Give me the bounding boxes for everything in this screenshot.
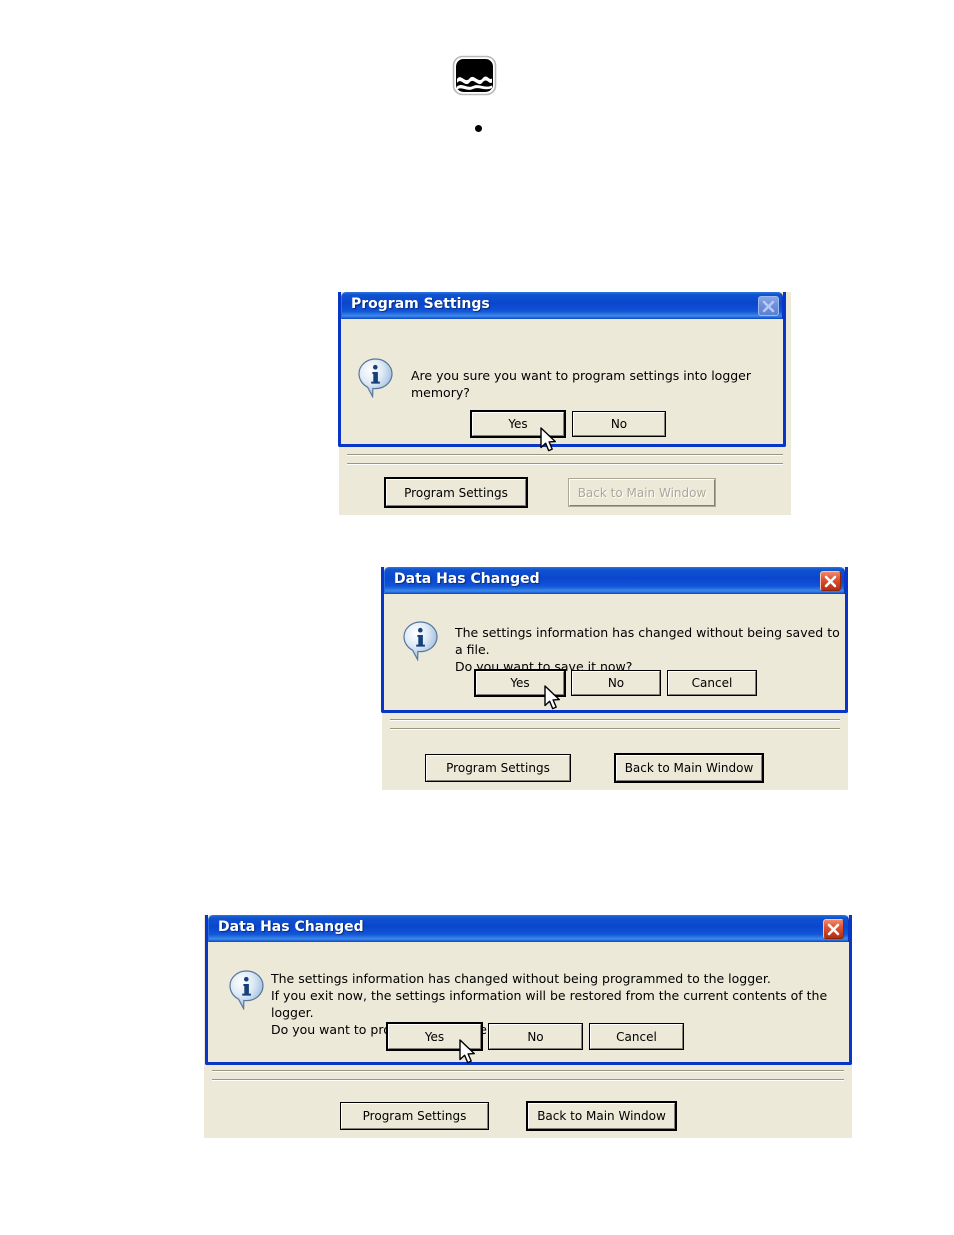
- close-icon[interactable]: [820, 571, 841, 591]
- dialog-no-button[interactable]: No: [488, 1023, 583, 1050]
- program-settings-button[interactable]: Program Settings: [340, 1102, 489, 1130]
- panel-divider: [347, 454, 783, 456]
- close-icon[interactable]: [823, 919, 844, 939]
- dialog-title-bar[interactable]: Data Has Changed: [208, 915, 849, 942]
- dialog-body: Are you sure you want to program setting…: [341, 319, 783, 452]
- dialog-title-bar[interactable]: Program Settings: [341, 292, 783, 319]
- dialog-body: The settings information has changed wit…: [384, 594, 845, 711]
- wave-logger-icon: [452, 55, 497, 96]
- panel-divider: [212, 1070, 844, 1072]
- program-settings-button[interactable]: Program Settings: [384, 477, 528, 508]
- dialog-message: The settings information has changed wit…: [455, 625, 840, 674]
- dialog-title: Program Settings: [351, 296, 490, 312]
- panel-divider-2: [347, 463, 783, 465]
- bullet-point: [475, 125, 482, 132]
- back-to-main-window-button[interactable]: Back to Main Window: [526, 1101, 677, 1131]
- dialog-title: Data Has Changed: [218, 919, 364, 935]
- info-balloon-icon: [403, 621, 439, 662]
- dialog-body: The settings information has changed wit…: [208, 942, 849, 1064]
- dialog-no-button[interactable]: No: [571, 670, 661, 696]
- dialog-cancel-button[interactable]: Cancel: [589, 1023, 684, 1050]
- info-balloon-icon: [358, 358, 394, 399]
- dialog-message: Are you sure you want to program setting…: [411, 368, 752, 400]
- panel-divider: [390, 719, 840, 721]
- close-icon[interactable]: [758, 296, 779, 316]
- back-to-main-window-button[interactable]: Back to Main Window: [568, 478, 716, 507]
- back-to-main-window-button[interactable]: Back to Main Window: [614, 753, 764, 783]
- dialog-yes-button[interactable]: Yes: [386, 1022, 483, 1051]
- dialog-title: Data Has Changed: [394, 571, 540, 587]
- data-has-changed-program-dialog: Data Has Changed The settings informatio…: [205, 915, 852, 1065]
- panel-divider-2: [212, 1079, 844, 1081]
- panel-divider-2: [390, 728, 840, 730]
- info-balloon-icon: [229, 970, 265, 1011]
- data-has-changed-save-dialog: Data Has Changed The settings informatio…: [381, 567, 848, 713]
- dialog-no-button[interactable]: No: [572, 411, 666, 437]
- program-settings-button[interactable]: Program Settings: [425, 754, 571, 782]
- dialog-yes-button[interactable]: Yes: [474, 669, 566, 697]
- dialog-yes-button[interactable]: Yes: [470, 410, 566, 438]
- program-settings-dialog: Program Settings Are you sure you want t…: [338, 292, 786, 452]
- dialog-cancel-button[interactable]: Cancel: [667, 670, 757, 696]
- dialog-title-bar[interactable]: Data Has Changed: [384, 567, 845, 594]
